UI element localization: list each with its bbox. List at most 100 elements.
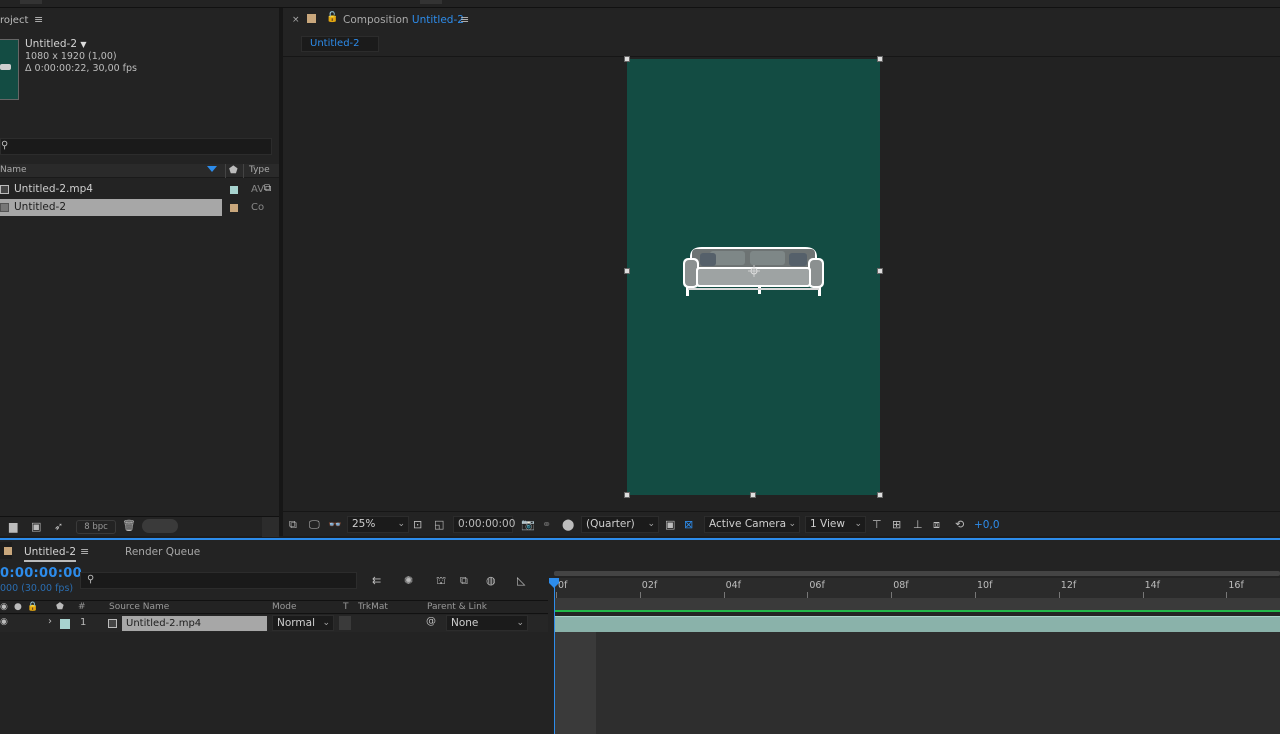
toolbar-stub [420,0,442,4]
label-color-swatch[interactable] [230,204,238,212]
layer-name[interactable]: Untitled-2.mp4 [122,616,267,631]
new-composition-icon[interactable]: ▣ [31,520,41,533]
motion-blur-icon[interactable]: ◍ [486,574,496,587]
t-header[interactable]: T [343,602,349,612]
timeline-search-input[interactable]: ⚲ [80,572,357,589]
video-toggle-icon[interactable]: ◉ [0,602,8,612]
solo-icon[interactable]: ● [14,602,22,612]
transform-handle[interactable] [624,56,630,62]
parent-link-header[interactable]: Parent & Link [427,602,487,612]
mask-visibility-icon[interactable]: 👓 [328,518,342,531]
transform-handle[interactable] [877,56,883,62]
layer-duration-bar[interactable] [554,616,1280,632]
label-tag-icon[interactable]: ⬟ [229,165,238,176]
camera-dropdown[interactable]: Active Camera ⌄ [704,516,800,533]
fast-preview-icon[interactable]: ▣ [665,518,675,531]
lock-icon[interactable]: 🔓 [326,12,338,23]
trash-icon[interactable]: 🗑 [122,519,136,532]
pick-whip-icon[interactable]: @ [426,616,436,627]
timeline-panel-icon[interactable]: ⊞ [892,518,901,531]
label-color-swatch[interactable] [230,186,238,194]
always-preview-icon[interactable]: ⧉ [289,518,297,532]
flowchart-icon[interactable]: ⧈ [933,518,940,532]
project-panel-title[interactable]: roject [0,15,28,26]
sofa-image[interactable] [682,243,825,298]
chevron-down-icon: ⌄ [516,618,524,628]
transform-handle[interactable] [877,492,883,498]
project-item-name: Untitled-2.mp4 [14,183,93,195]
render-flag-icon[interactable]: ➶ [54,520,63,533]
current-time-field[interactable]: 0:00:00:00 [453,516,515,533]
label-tag-icon[interactable]: ⬟ [56,602,64,612]
column-type-header[interactable]: Type [249,165,270,175]
flowchart-toggle[interactable] [142,519,178,533]
chevron-right-icon[interactable]: › [48,616,52,627]
snapshot-camera-icon[interactable]: 📷 [521,518,535,531]
project-search-input[interactable]: ⚲ [0,138,272,155]
timeline-timecode[interactable]: 0:00:00:00 [0,566,82,581]
lock-icon[interactable]: 🔒 [27,602,38,612]
transform-handle[interactable] [624,492,630,498]
view-layout-dropdown[interactable]: 1 View ⌄ [805,516,866,533]
comp-mini-flowchart-icon[interactable]: ⇇ [372,574,381,587]
composition-viewer[interactable] [283,56,1280,511]
label-color-swatch[interactable] [60,619,70,629]
fit-frame-icon[interactable]: ⊡ [413,518,422,531]
transform-handle[interactable] [877,268,883,274]
layer-row[interactable]: ◉ › 1 Untitled-2.mp4 Normal ⌄ @ None ⌄ [0,615,548,632]
toggle-pixel-aspect-icon[interactable]: ⊤ [872,518,882,531]
source-name-header[interactable]: Source Name [109,602,169,612]
color-channels-icon[interactable]: ⬤ [562,518,574,531]
parent-dropdown[interactable]: None ⌄ [446,615,528,631]
comp-viewer-subtab[interactable]: Untitled-2 [301,36,379,52]
render-queue-tab[interactable]: Render Queue [125,546,200,558]
transform-handle[interactable] [750,492,756,498]
bpc-button[interactable]: 8 bpc [76,520,116,534]
comp-thumbnail [0,39,19,100]
transparency-grid-icon[interactable]: ⊠ [684,518,693,531]
shy-layers-icon[interactable]: ⛫ [436,574,446,589]
blend-mode-dropdown[interactable]: Normal ⌄ [272,615,334,631]
caret-down-icon[interactable]: ▼ [80,40,86,49]
video-toggle-icon[interactable]: ◉ [0,617,8,627]
project-item-row[interactable]: Untitled-2.mp4 AV ⧉ [0,181,279,198]
comp-info-name[interactable]: Untitled-2 ▼ [25,38,87,50]
exposure-value[interactable]: +0,0 [974,519,1000,531]
resolution-dropdown[interactable]: (Quarter) ⌄ [581,516,659,533]
timeline-tab-bar: Untitled-2 ≡ Render Queue [0,540,1280,562]
zoom-dropdown[interactable]: 25% ⌄ [347,516,409,533]
graph-editor-icon[interactable]: ◺ [517,574,525,587]
region-of-interest-icon[interactable]: ◱ [434,518,444,531]
composition-tab-name[interactable]: Untitled-2 [412,14,464,26]
trkmat-header[interactable]: TrkMat [358,602,388,612]
reset-exposure-icon[interactable]: ⟲ [955,518,964,531]
transform-handle[interactable] [624,268,630,274]
comp-info-size: 1080 x 1920 (1,00) [25,51,117,62]
panel-menu-icon[interactable]: ≡ [460,13,469,26]
column-name-header[interactable]: Name [0,165,27,175]
sort-arrow-icon[interactable] [207,166,217,172]
frame-blending-icon[interactable]: ⧉ [460,574,468,588]
panel-menu-icon[interactable]: ≡ [80,545,89,558]
toolbar-stub [20,0,42,4]
preserve-transparency-toggle[interactable] [339,616,351,630]
draft-3d-icon[interactable]: ✺ [404,574,413,587]
playhead-line[interactable] [554,578,555,734]
project-item-row[interactable]: Untitled-2 Co [0,199,279,216]
work-area-bar[interactable] [554,598,1280,612]
folder-icon[interactable]: ▆ [9,520,17,533]
time-navigator[interactable] [554,571,1280,576]
comp-flowchart-icon[interactable]: ⊥ [913,518,923,531]
show-snapshot-icon[interactable]: ⚭ [542,518,551,531]
close-icon[interactable]: × [292,15,300,25]
time-ruler[interactable]: 0f 02f 04f 06f 08f 10f 12f 14f 16f [554,578,1280,598]
chevron-down-icon: ⌄ [397,519,405,529]
timeline-tab[interactable]: Untitled-2 [24,546,77,562]
monitor-icon[interactable]: 🖵 [309,518,320,532]
ruler-tick-label: 14f [1144,580,1161,591]
panel-menu-icon[interactable]: ≡ [34,13,43,26]
blend-mode-value: Normal [277,617,315,629]
comp-info-duration: Δ 0:00:00:22, 30,00 fps [25,63,138,74]
mode-header[interactable]: Mode [272,602,297,612]
timeline-track-area[interactable]: 0f 02f 04f 06f 08f 10f 12f 14f 16f [548,564,1280,734]
